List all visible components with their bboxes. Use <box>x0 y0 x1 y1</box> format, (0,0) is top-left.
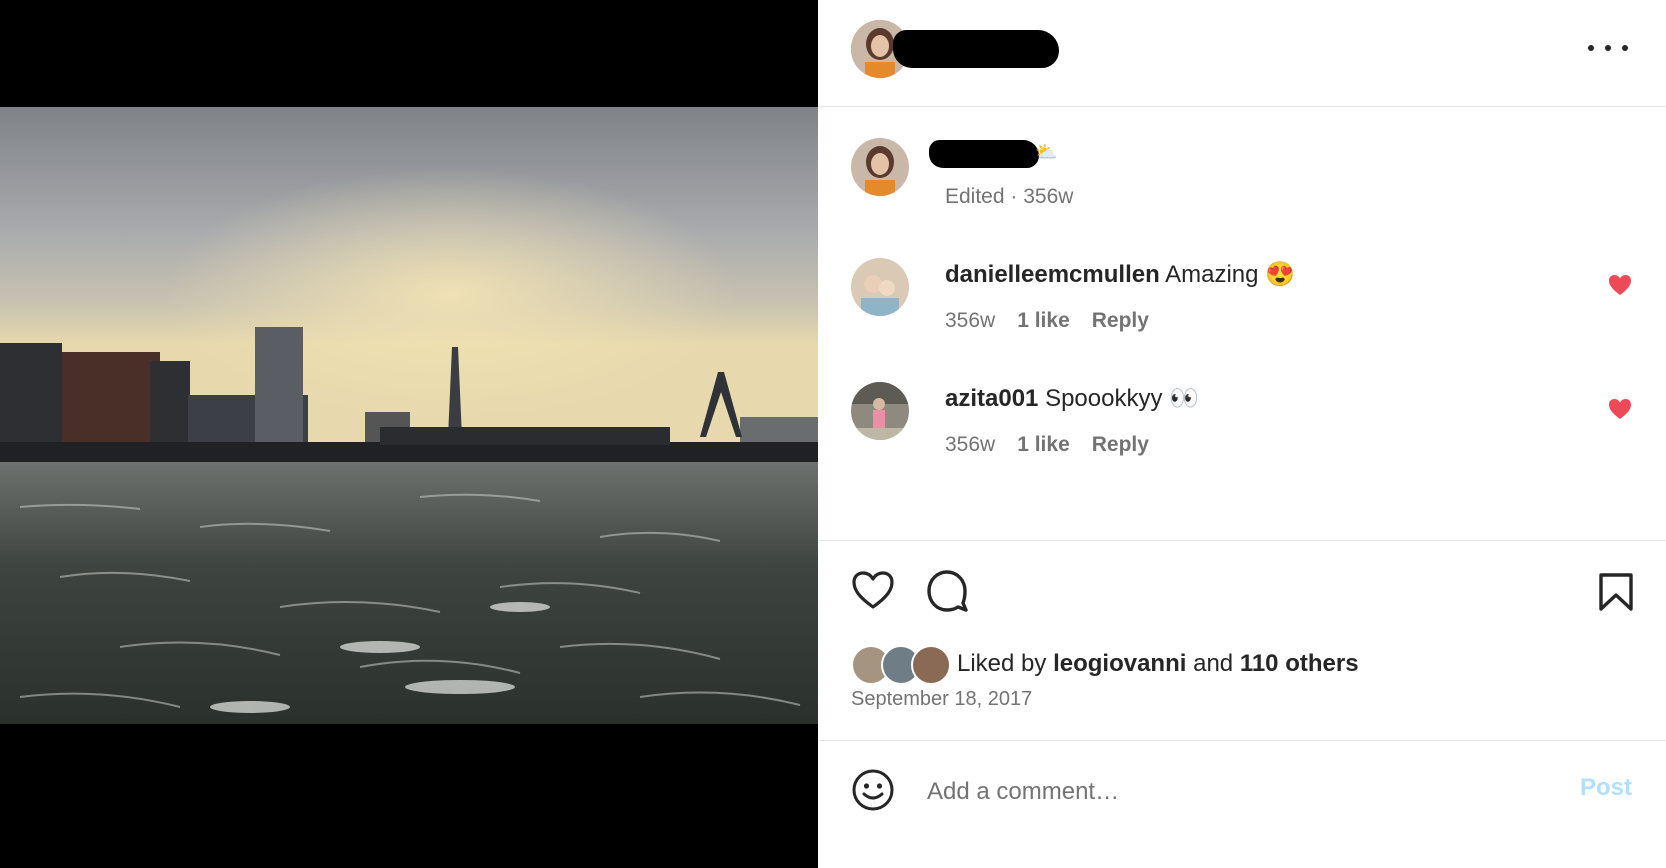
comment-meta: 356w 1 like Reply <box>945 433 1149 457</box>
comment-body: Spoookkyy <box>1045 385 1163 412</box>
redacted-username <box>893 30 1059 68</box>
post-date: September 18, 2017 <box>851 688 1033 710</box>
post-side-panel: ⛅ Edited · 356w danielleemcmullen Amazin… <box>819 0 1666 868</box>
liker-avatar <box>911 645 951 685</box>
media-panel <box>0 0 818 868</box>
reply-button[interactable]: Reply <box>1092 433 1149 457</box>
comment-username[interactable]: azita001 <box>945 385 1038 412</box>
liker-username[interactable]: leogiovanni <box>1053 650 1186 678</box>
eyes-emoji-icon: 👀 <box>1169 385 1200 412</box>
comment-likes-link[interactable]: 1 like <box>1017 433 1070 457</box>
like-heart-icon[interactable] <box>851 570 895 610</box>
commenter-avatar-image <box>851 258 909 316</box>
liker-avatars[interactable] <box>851 645 951 685</box>
commenter-avatar[interactable] <box>851 258 909 316</box>
comment-text: danielleemcmullen Amazing 😍 <box>945 260 1295 289</box>
comment-username[interactable]: danielleemcmullen <box>945 261 1160 288</box>
divider <box>819 740 1666 741</box>
caption-author-avatar[interactable] <box>851 138 909 196</box>
divider <box>819 540 1666 541</box>
comment-bubble-icon[interactable] <box>925 569 969 613</box>
comment-likes-link[interactable]: 1 like <box>1017 309 1070 333</box>
likes-summary: Liked by leogiovanni and 110 others <box>851 644 1359 685</box>
commenter-avatar-image <box>851 382 909 440</box>
comment-text: azita001 Spoookkyy 👀 <box>945 384 1199 413</box>
heart-eyes-emoji-icon: 😍 <box>1265 261 1296 288</box>
comment-age: 356w <box>945 309 996 332</box>
redacted-caption <box>929 140 1039 168</box>
comment-liked-heart-icon[interactable] <box>1608 274 1632 296</box>
comment-meta: 356w 1 like Reply <box>945 309 1149 333</box>
liked-by-prefix: Liked by <box>957 650 1047 677</box>
post-header <box>819 0 1666 107</box>
liked-by-joiner: and <box>1193 650 1234 677</box>
comment-liked-heart-icon[interactable] <box>1608 398 1632 420</box>
save-bookmark-icon[interactable] <box>1598 572 1634 612</box>
reply-button[interactable]: Reply <box>1092 309 1149 333</box>
post-comment-button[interactable]: Post <box>1580 774 1632 802</box>
caption-meta: Edited · 356w <box>945 185 1074 208</box>
cloud-emoji-icon: ⛅ <box>1035 142 1058 162</box>
other-likers-link[interactable]: 110 others <box>1240 650 1359 678</box>
comment-input[interactable] <box>925 770 1469 814</box>
comment-body: Amazing <box>1165 261 1259 288</box>
comment-age: 356w <box>945 433 996 456</box>
commenter-avatar[interactable] <box>851 382 909 440</box>
more-options-icon[interactable] <box>1588 34 1628 62</box>
post-photo <box>0 107 818 724</box>
caption-avatar-image <box>851 138 909 196</box>
emoji-picker-icon[interactable] <box>851 768 895 812</box>
